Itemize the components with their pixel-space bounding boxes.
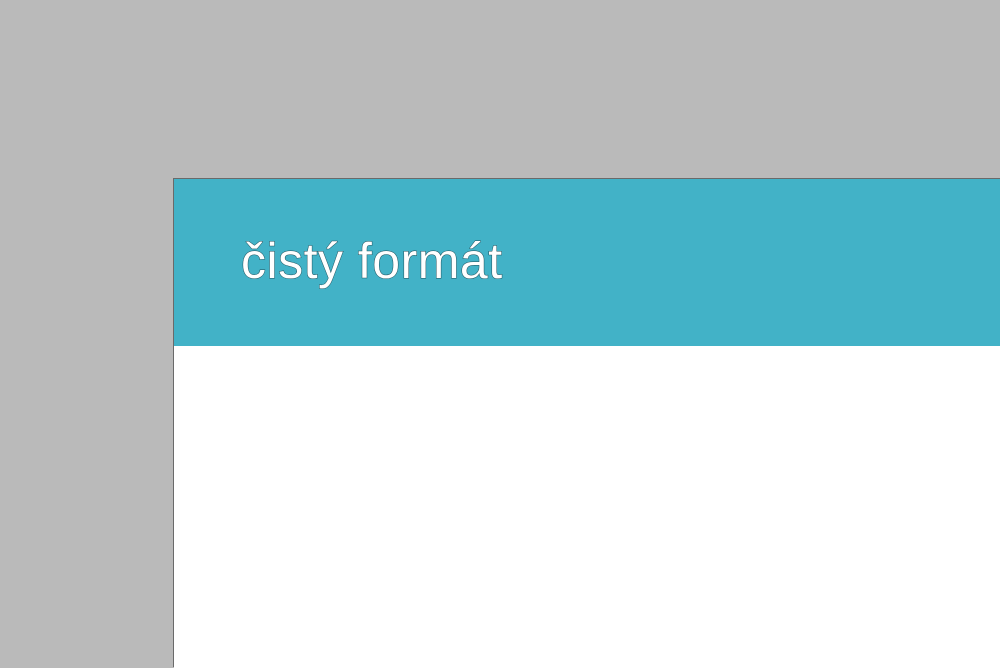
- header-band: čistý formát: [174, 179, 1000, 346]
- page-body[interactable]: [174, 346, 1000, 668]
- workspace-canvas[interactable]: čistý formát: [0, 0, 1000, 668]
- document-page[interactable]: čistý formát: [173, 178, 1000, 668]
- page-title[interactable]: čistý formát: [241, 231, 503, 291]
